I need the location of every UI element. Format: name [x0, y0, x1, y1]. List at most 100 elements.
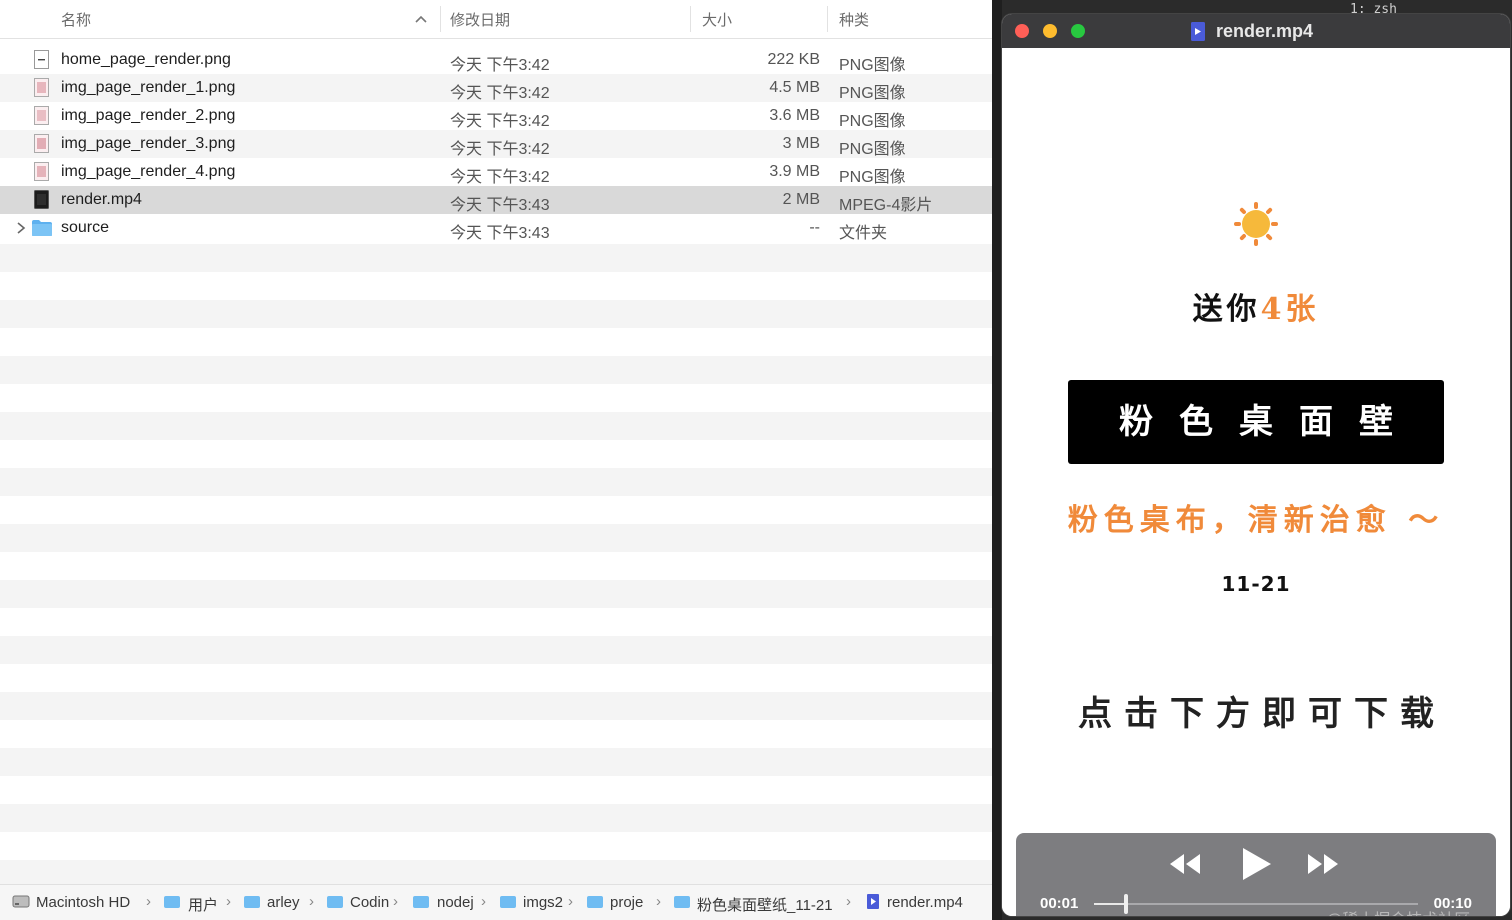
- file-kind: 文件夹: [839, 225, 888, 242]
- empty-row: [0, 692, 992, 720]
- file-name: home_page_render.png: [61, 51, 231, 68]
- column-header-kind[interactable]: 种类: [839, 9, 869, 30]
- empty-row: [0, 468, 992, 496]
- scrubber-handle[interactable]: [1124, 894, 1129, 914]
- path-bar: Macintosh HD › 用户 › arley › Codin › node…: [0, 884, 992, 920]
- empty-row: [0, 244, 992, 272]
- file-date: 今天 下午3:42: [450, 113, 550, 130]
- empty-row: [0, 720, 992, 748]
- video-file-icon: [867, 894, 879, 909]
- close-button[interactable]: [1015, 24, 1029, 38]
- scrubber-fill: [1094, 903, 1127, 905]
- scrubber-track[interactable]: [1094, 894, 1418, 914]
- video-file-icon: [1191, 22, 1205, 41]
- file-size: 3.6 MB: [769, 107, 820, 124]
- path-crumb[interactable]: render.mp4: [887, 894, 963, 911]
- column-header-date[interactable]: 修改日期: [450, 9, 510, 30]
- empty-row: [0, 272, 992, 300]
- file-kind: PNG图像: [839, 113, 906, 130]
- column-header-name[interactable]: 名称: [61, 9, 91, 30]
- playback-controls: 00:01 00:10: [1016, 833, 1496, 916]
- window-divider: [992, 0, 1002, 920]
- empty-row: [0, 636, 992, 664]
- tagline: 粉色桌布，清新治愈 ～: [1067, 503, 1445, 538]
- file-date: 今天 下午3:42: [450, 141, 550, 158]
- column-header-size[interactable]: 大小: [702, 9, 732, 30]
- file-date: 今天 下午3:43: [450, 225, 550, 242]
- file-size: 4.5 MB: [769, 79, 820, 96]
- folder-icon: [164, 896, 180, 908]
- zoom-button[interactable]: [1071, 24, 1085, 38]
- folder-icon: [413, 896, 429, 908]
- empty-row: [0, 664, 992, 692]
- folder-icon: [32, 220, 52, 236]
- empty-list-area[interactable]: [0, 244, 992, 888]
- path-crumb[interactable]: arley: [267, 894, 300, 911]
- call-to-action: 点击下方即可下载: [1078, 694, 1446, 734]
- folder-row[interactable]: source 今天 下午3:43 -- 文件夹: [0, 214, 992, 242]
- column-header-bar: 名称 修改日期 大小 种类: [0, 0, 992, 39]
- file-row[interactable]: home_page_render.png 今天 下午3:42 222 KB PN…: [0, 46, 992, 74]
- file-size: 3 MB: [782, 135, 820, 152]
- path-crumb[interactable]: 粉色桌面壁纸_11-21: [697, 894, 833, 915]
- empty-row: [0, 552, 992, 580]
- empty-row: [0, 384, 992, 412]
- png-file-icon: [34, 50, 49, 69]
- folder-icon: [587, 896, 603, 908]
- empty-row: [0, 776, 992, 804]
- file-row[interactable]: img_page_render_2.png 今天 下午3:42 3.6 MB P…: [0, 102, 992, 130]
- empty-row: [0, 300, 992, 328]
- file-date: 今天 下午3:42: [450, 57, 550, 74]
- folder-icon: [327, 896, 343, 908]
- file-name: img_page_render_3.png: [61, 135, 236, 152]
- title-bar[interactable]: render.mp4: [1002, 14, 1510, 48]
- empty-row: [0, 440, 992, 468]
- folder-icon: [500, 896, 516, 908]
- file-kind: MPEG-4影片: [839, 197, 933, 214]
- headline: 送你4张: [1002, 284, 1510, 328]
- path-crumb[interactable]: Codin: [350, 894, 389, 911]
- file-date: 今天 下午3:42: [450, 169, 550, 186]
- file-row[interactable]: img_page_render_3.png 今天 下午3:42 3 MB PNG…: [0, 130, 992, 158]
- quicktime-player-window: render.mp4 送你4张 粉色桌面壁纸 粉色桌布，清新治愈 ～ 11-21…: [1002, 14, 1510, 916]
- rewind-icon[interactable]: [1166, 851, 1204, 877]
- path-crumb[interactable]: proje: [610, 894, 643, 911]
- file-name: render.mp4: [61, 191, 142, 208]
- sort-ascending-icon[interactable]: [414, 12, 428, 26]
- file-name: img_page_render_4.png: [61, 163, 236, 180]
- png-file-icon: [34, 78, 49, 97]
- file-size: --: [809, 219, 820, 236]
- path-crumb[interactable]: 用户: [188, 894, 218, 915]
- path-crumb[interactable]: imgs2: [523, 894, 563, 911]
- play-icon[interactable]: [1238, 846, 1274, 882]
- disclosure-triangle-icon[interactable]: [15, 221, 27, 235]
- png-file-icon: [34, 106, 49, 125]
- empty-row: [0, 580, 992, 608]
- file-row-selected[interactable]: render.mp4 今天 下午3:43 2 MB MPEG-4影片: [0, 186, 992, 214]
- file-name: img_page_render_1.png: [61, 79, 236, 96]
- file-row[interactable]: img_page_render_4.png 今天 下午3:42 3.9 MB P…: [0, 158, 992, 186]
- file-row[interactable]: img_page_render_1.png 今天 下午3:42 4.5 MB P…: [0, 74, 992, 102]
- empty-row: [0, 524, 992, 552]
- png-file-icon: [34, 134, 49, 153]
- title-banner: 粉色桌面壁纸: [1068, 380, 1444, 526]
- folder-icon: [674, 896, 690, 908]
- headline-accent: 4张: [1260, 292, 1320, 327]
- empty-row: [0, 412, 992, 440]
- window-title: render.mp4: [1216, 21, 1314, 41]
- empty-row: [0, 832, 992, 860]
- fast-forward-icon[interactable]: [1304, 851, 1342, 877]
- file-date: 今天 下午3:42: [450, 85, 550, 102]
- file-name: img_page_render_2.png: [61, 107, 236, 124]
- headline-prefix: 送你: [1192, 292, 1261, 327]
- minimize-button[interactable]: [1043, 24, 1057, 38]
- file-list: home_page_render.png 今天 下午3:42 222 KB PN…: [0, 46, 992, 242]
- empty-row: [0, 748, 992, 776]
- hard-drive-icon: [12, 895, 30, 908]
- file-kind: PNG图像: [839, 57, 906, 74]
- video-file-icon: [34, 190, 49, 209]
- path-crumb[interactable]: Macintosh HD: [36, 894, 130, 911]
- empty-row: [0, 328, 992, 356]
- path-crumb[interactable]: nodej: [437, 894, 474, 911]
- video-frame[interactable]: 送你4张 粉色桌面壁纸 粉色桌布，清新治愈 ～ 11-21 点击下方即可下载 0…: [1002, 48, 1510, 916]
